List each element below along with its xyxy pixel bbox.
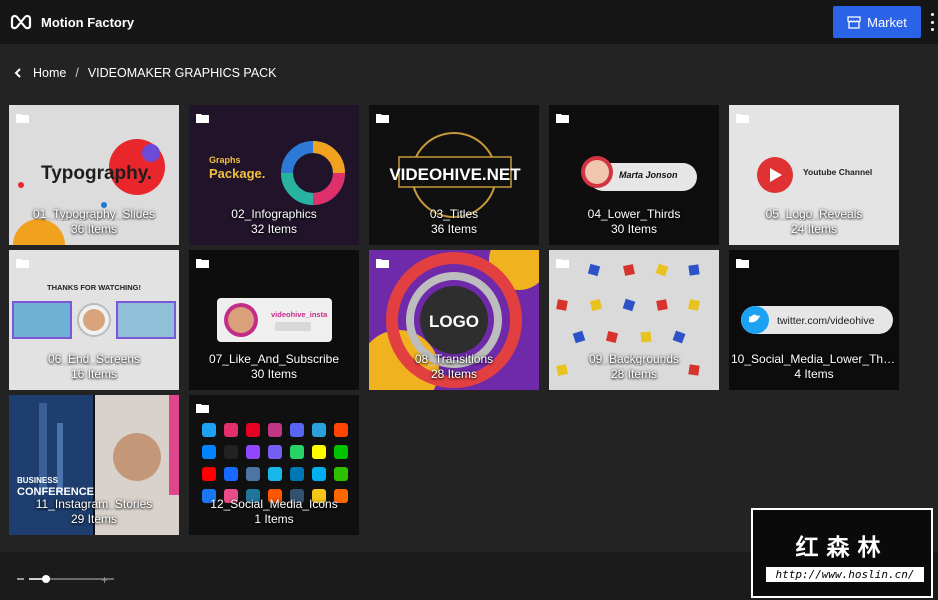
folder-item-count: 1 Items [254, 512, 294, 526]
folder-name: 04_Lower_Thirds [587, 207, 681, 221]
svg-text:twitter.com/videohive: twitter.com/videohive [777, 315, 875, 327]
app-title: Motion Factory [41, 15, 135, 30]
top-bar: Motion Factory Market [0, 0, 938, 44]
folder-tile[interactable]: videohive_insta 07_Like_And_Subscribe 30… [189, 250, 359, 390]
folder-tile[interactable]: Typography. 01_Typography_Slides 36 Item… [9, 105, 179, 245]
folder-icon [196, 404, 209, 413]
folder-tile[interactable]: 09_Backgrounds 28 Items [549, 250, 719, 390]
infinity-logo-icon[interactable] [10, 12, 32, 32]
svg-text:videohive_insta: videohive_insta [271, 310, 328, 319]
svg-text:Package.: Package. [209, 166, 265, 181]
folder-icon [736, 114, 749, 123]
svg-text:Marta Jonson: Marta Jonson [619, 170, 678, 180]
watermark: 红森林 http://www.hoslin.cn/ [751, 508, 933, 598]
folder-name: 10_Social_Media_Lower_Thirds [731, 352, 897, 366]
folder-item-count: 30 Items [610, 222, 658, 236]
folder-name: 03_Titles [429, 207, 479, 221]
folder-icon [376, 114, 389, 123]
folder-name: 05_Logo_Reveals [765, 207, 863, 221]
svg-text:THANKS FOR WATCHING!: THANKS FOR WATCHING! [47, 283, 141, 292]
folder-tile[interactable]: BUSINESS CONFERENCE 11_Instagram_Stories… [9, 395, 179, 535]
folder-tile[interactable]: THANKS FOR WATCHING! 06_End_Screens 16 I… [9, 250, 179, 390]
folder-icon [736, 259, 749, 268]
folder-icon [376, 259, 389, 268]
folder-tile[interactable]: Marta Jonson 04_Lower_Thirds 30 Items [549, 105, 719, 245]
folder-item-count: 28 Items [430, 367, 478, 381]
folder-item-count: 30 Items [250, 367, 298, 381]
folder-icon [16, 259, 29, 268]
folder-name: 07_Like_And_Subscribe [208, 352, 340, 366]
market-button[interactable]: Market [833, 6, 921, 38]
zoom-in-icon[interactable]: + [101, 573, 108, 587]
folder-name: 01_Typography_Slides [32, 207, 156, 221]
folder-tile[interactable]: Youtube Channel 05_Logo_Reveals 24 Items [729, 105, 899, 245]
folder-name: 11_Instagram_Stories [35, 497, 153, 511]
breadcrumb-separator: / [75, 66, 79, 80]
folder-item-count: 32 Items [250, 222, 298, 236]
folder-icon [556, 259, 569, 268]
folder-tile[interactable]: VIDEOHIVE.NET 03_Titles 36 Items [369, 105, 539, 245]
svg-text:Youtube Channel: Youtube Channel [803, 167, 872, 177]
folder-item-count: 16 Items [70, 367, 118, 381]
zoom-control: + [17, 572, 117, 587]
folder-item-count: 29 Items [70, 512, 118, 526]
breadcrumb-current: VIDEOMAKER GRAPHICS PACK [87, 66, 277, 80]
svg-text:BUSINESS: BUSINESS [17, 476, 59, 485]
folder-item-count: 28 Items [610, 367, 658, 381]
market-label: Market [867, 14, 907, 30]
svg-text:VIDEOHIVE.NET: VIDEOHIVE.NET [389, 165, 521, 184]
folder-tile[interactable]: Graphs Package. 02_Infographics 32 Items [189, 105, 359, 245]
folder-icon [196, 114, 209, 123]
svg-text:Graphs: Graphs [209, 155, 241, 165]
folder-name: 06_End_Screens [47, 352, 141, 366]
breadcrumb-home[interactable]: Home [33, 66, 66, 80]
watermark-title: 红森林 [795, 535, 889, 561]
folder-item-count: 36 Items [430, 222, 478, 236]
folder-item-count: 24 Items [790, 222, 838, 236]
zoom-slider-handle[interactable] [42, 575, 50, 583]
folder-icon [196, 259, 209, 268]
folder-grid: Typography. 01_Typography_Slides 36 Item… [9, 105, 899, 535]
folder-item-count: 4 Items [794, 367, 834, 381]
chevron-left-icon[interactable] [12, 67, 24, 79]
folder-name: 08_Transitions [414, 352, 494, 366]
folder-name: 12_Social_Media_Icons [210, 497, 338, 511]
store-icon [847, 15, 861, 29]
zoom-out-icon[interactable] [17, 578, 24, 580]
svg-text:Typography.: Typography. [41, 163, 152, 184]
folder-icon [16, 114, 29, 123]
breadcrumb: Home / VIDEOMAKER GRAPHICS PACK [12, 65, 277, 81]
folder-tile[interactable]: twitter.com/videohive 10_Social_Media_Lo… [729, 250, 899, 390]
svg-text:LOGO: LOGO [429, 312, 479, 331]
folder-name: 09_Backgrounds [588, 352, 680, 366]
folder-item-count: 36 Items [70, 222, 118, 236]
folder-tile[interactable]: 12_Social_Media_Icons 1 Items [189, 395, 359, 535]
folder-name: 02_Infographics [231, 207, 317, 221]
folder-icon [556, 114, 569, 123]
more-menu-icon[interactable] [928, 13, 936, 31]
watermark-url: http://www.hoslin.cn/ [766, 567, 924, 582]
folder-tile[interactable]: LOGO 08_Transitions 28 Items [369, 250, 539, 390]
